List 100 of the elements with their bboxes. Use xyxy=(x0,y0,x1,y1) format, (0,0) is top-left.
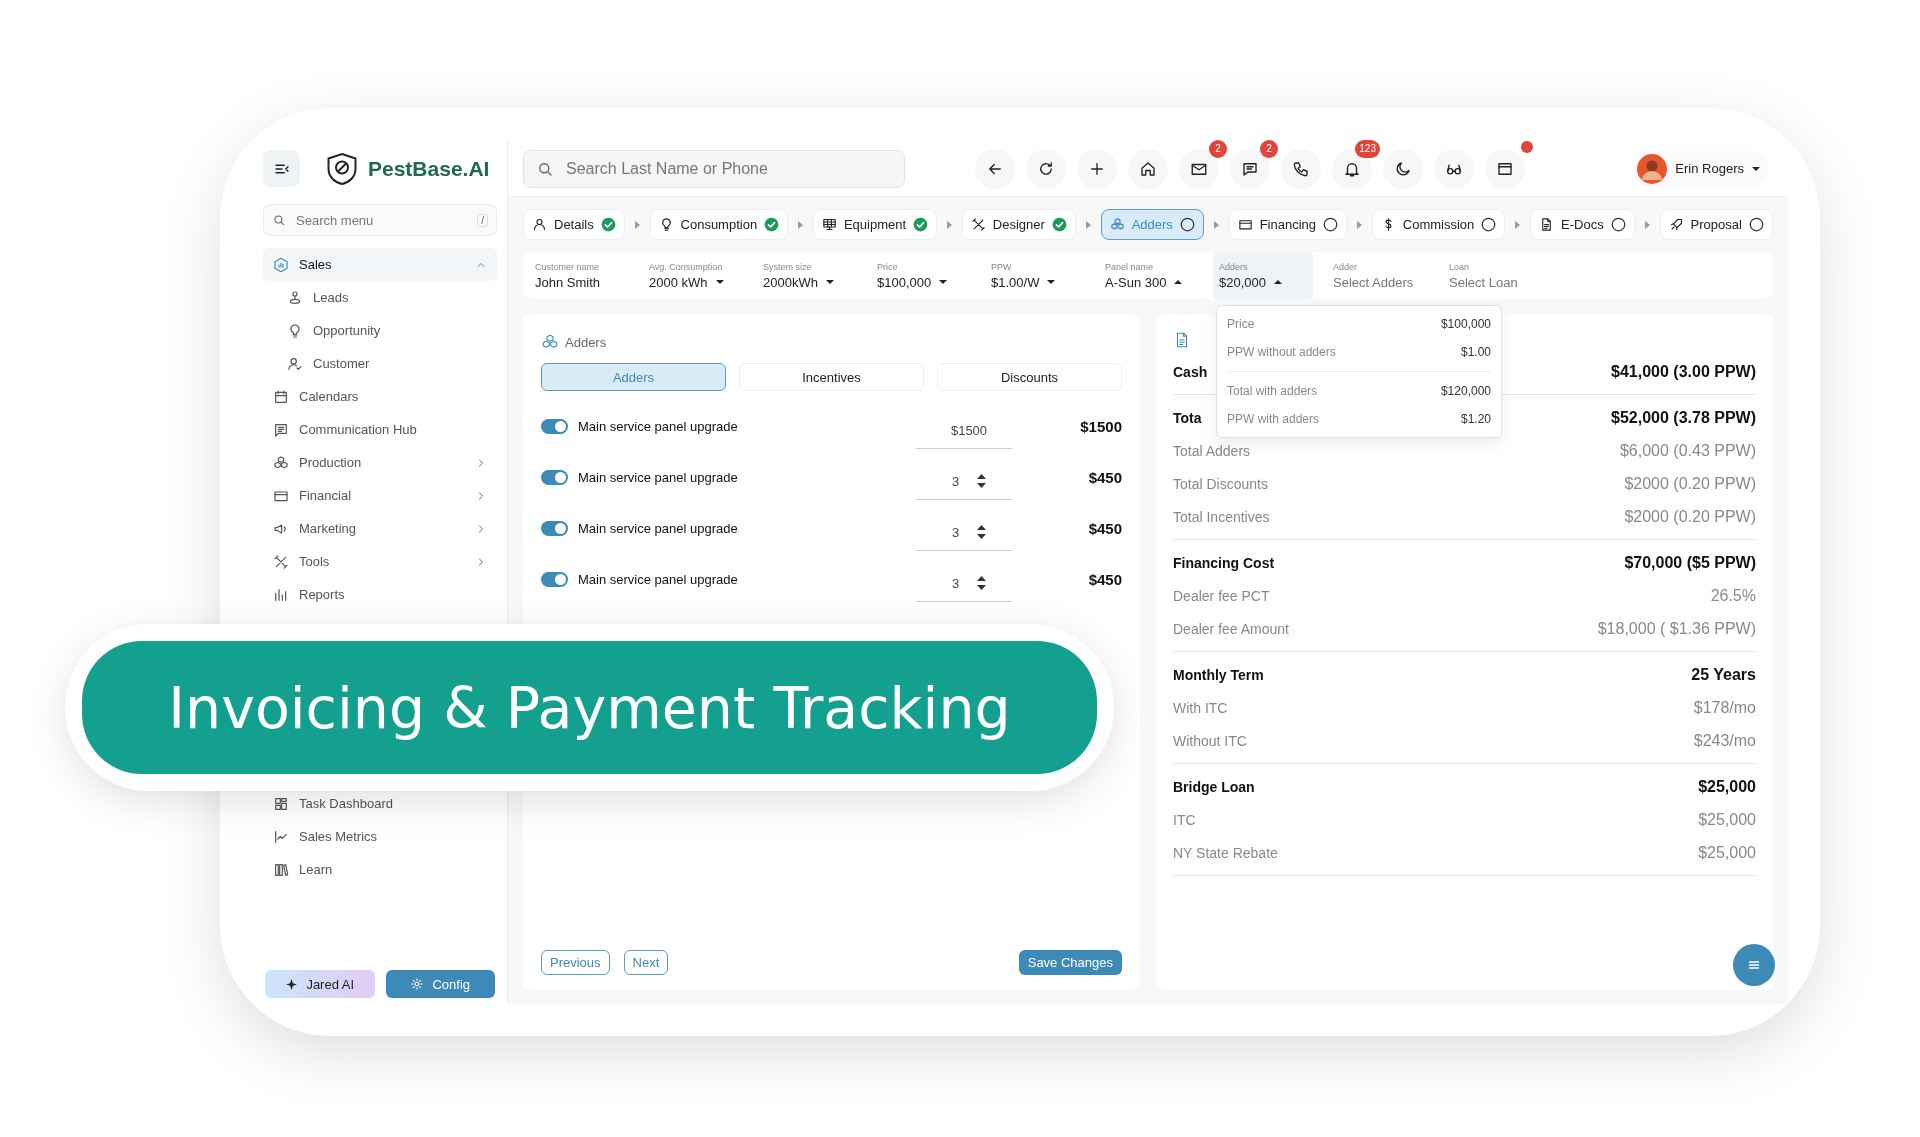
summary-label: Monthly Term xyxy=(1173,666,1264,683)
info-field[interactable]: Adders $20,000 xyxy=(1213,252,1313,299)
sidebar-item[interactable]: Tools xyxy=(263,545,497,578)
adder-name: Main service panel upgrade xyxy=(578,470,739,485)
price-field[interactable]: $1500 xyxy=(916,412,1012,449)
window-button[interactable] xyxy=(1485,148,1525,189)
shortcut-key: / xyxy=(477,213,488,227)
back-button[interactable] xyxy=(975,148,1015,189)
info-field[interactable]: PPW $1.00/W xyxy=(985,252,1085,299)
step-tab[interactable]: Financing xyxy=(1228,209,1348,240)
moon-icon xyxy=(1394,159,1412,178)
summary-value: 26.5% xyxy=(1710,586,1756,605)
summary-label: Total Incentives xyxy=(1173,508,1270,525)
search-field[interactable]: Search Last Name or Phone xyxy=(523,149,905,188)
separator-arrow-icon xyxy=(1356,220,1362,229)
stepper-icon xyxy=(977,525,987,539)
step-tab[interactable]: Equipment xyxy=(812,209,938,240)
step-tab[interactable]: Details xyxy=(523,209,625,240)
sidebar-item[interactable]: Task Dashboard xyxy=(263,787,497,820)
panel-title: Adders xyxy=(565,334,607,350)
summary-value: $178/mo xyxy=(1693,698,1756,717)
plus-button[interactable] xyxy=(1077,148,1117,189)
sidebar-toggle-button[interactable] xyxy=(263,150,300,187)
sidebar-item[interactable]: Opportunity xyxy=(263,314,497,347)
step-tab[interactable]: Commission xyxy=(1371,209,1506,240)
avatar xyxy=(1637,153,1668,184)
sidebar-item[interactable]: Financial xyxy=(263,479,497,512)
sidebar-item[interactable]: Communication Hub xyxy=(263,413,497,446)
search-input[interactable]: Search menu xyxy=(294,211,470,229)
refresh-button[interactable] xyxy=(1026,148,1066,189)
step-tab[interactable]: E-Docs xyxy=(1530,209,1635,240)
settings-icon xyxy=(410,977,425,991)
toggle-switch[interactable] xyxy=(541,521,568,536)
summary-value: $70,000 ($5 PPW) xyxy=(1624,553,1756,572)
popover-label: Total with adders xyxy=(1227,384,1318,398)
summary-value: $6,000 (0.43 PPW) xyxy=(1619,441,1756,460)
tools-icon xyxy=(273,553,289,570)
info-field[interactable]: Avg. Consumption 2000 kWh xyxy=(643,252,743,299)
quantity-field[interactable]: 3 xyxy=(916,514,1012,551)
separator-arrow-icon xyxy=(1515,220,1521,229)
calendar-icon xyxy=(273,388,289,405)
sidebar-item[interactable]: Calendars xyxy=(263,380,497,413)
solar-panel-icon xyxy=(821,217,837,232)
phone-button[interactable] xyxy=(1281,148,1321,189)
sidebar-item[interactable]: Sales Metrics xyxy=(263,820,497,853)
popover-label: PPW without adders xyxy=(1227,345,1336,359)
sidebar-item[interactable]: Learn xyxy=(263,853,497,886)
adder-name: Main service panel upgrade xyxy=(578,572,739,587)
toggle-switch[interactable] xyxy=(541,572,568,587)
sidebar-item[interactable]: Production xyxy=(263,446,497,479)
step-tab[interactable]: Consumption xyxy=(649,209,789,240)
nav-button[interactable]: Previous xyxy=(541,950,610,975)
books-icon xyxy=(273,861,289,878)
info-field[interactable]: Adder Select Adders xyxy=(1327,252,1429,299)
info-field[interactable]: Customer name John Smith xyxy=(529,252,629,299)
segment-tab[interactable]: Incentives xyxy=(739,363,924,391)
user-menu[interactable]: Erin Rogers xyxy=(1634,150,1768,187)
step-tab[interactable]: Proposal xyxy=(1659,209,1773,240)
boxes-icon xyxy=(541,333,559,351)
search-input[interactable]: Search Last Name or Phone xyxy=(564,158,892,179)
config-button[interactable]: Config xyxy=(385,970,495,998)
step-tab[interactable]: Designer xyxy=(961,209,1076,240)
banner-title: Invoicing & Payment Tracking xyxy=(168,674,1011,741)
glasses-button[interactable] xyxy=(1434,148,1474,189)
phone-icon xyxy=(1292,159,1310,178)
line-chart-icon xyxy=(273,828,289,845)
sidebar-item[interactable]: Marketing xyxy=(263,512,497,545)
adder-name: Main service panel upgrade xyxy=(578,521,739,536)
sidebar-item[interactable]: Reports xyxy=(263,578,497,611)
search-icon xyxy=(272,213,286,227)
sidebar-item[interactable]: Sales xyxy=(263,248,497,281)
segment-tab[interactable]: Discounts xyxy=(937,363,1122,391)
separator-arrow-icon xyxy=(798,220,804,229)
menu-button[interactable] xyxy=(1733,944,1775,986)
separator-arrow-icon xyxy=(1213,220,1219,229)
popover-value: $1.20 xyxy=(1460,412,1491,426)
toggle-switch[interactable] xyxy=(541,470,568,485)
moon-button[interactable] xyxy=(1383,148,1423,189)
menu-search-field[interactable]: Search menu / xyxy=(263,204,497,236)
summary-label: With ITC xyxy=(1173,699,1228,716)
info-field[interactable]: Loan Select Loan xyxy=(1443,252,1545,299)
toggle-switch[interactable] xyxy=(541,419,568,434)
quantity-field[interactable]: 3 xyxy=(916,565,1012,602)
sidebar-item[interactable]: Leads xyxy=(263,281,497,314)
info-field[interactable]: Price $100,000 xyxy=(871,252,971,299)
person-pin-icon xyxy=(287,289,303,306)
summary-label: ITC xyxy=(1173,811,1196,828)
nav-button[interactable]: Next xyxy=(623,950,669,975)
save-button[interactable]: Save Changes xyxy=(1018,950,1122,975)
summary-value: $25,000 xyxy=(1698,777,1756,796)
ai-assistant-button[interactable]: Jared AI xyxy=(265,970,375,998)
separator-arrow-icon xyxy=(634,220,640,229)
sidebar-item[interactable]: Customer xyxy=(263,347,497,380)
select-input[interactable]: Select Loan xyxy=(1449,274,1539,290)
info-field[interactable]: Panel name A-Sun 300 xyxy=(1099,252,1199,299)
home-button[interactable] xyxy=(1128,148,1168,189)
info-field[interactable]: System size 2000kWh xyxy=(757,252,857,299)
popover-value: $1.00 xyxy=(1460,345,1491,359)
quantity-field[interactable]: 3 xyxy=(916,463,1012,500)
select-input[interactable]: Select Adders xyxy=(1333,274,1423,290)
